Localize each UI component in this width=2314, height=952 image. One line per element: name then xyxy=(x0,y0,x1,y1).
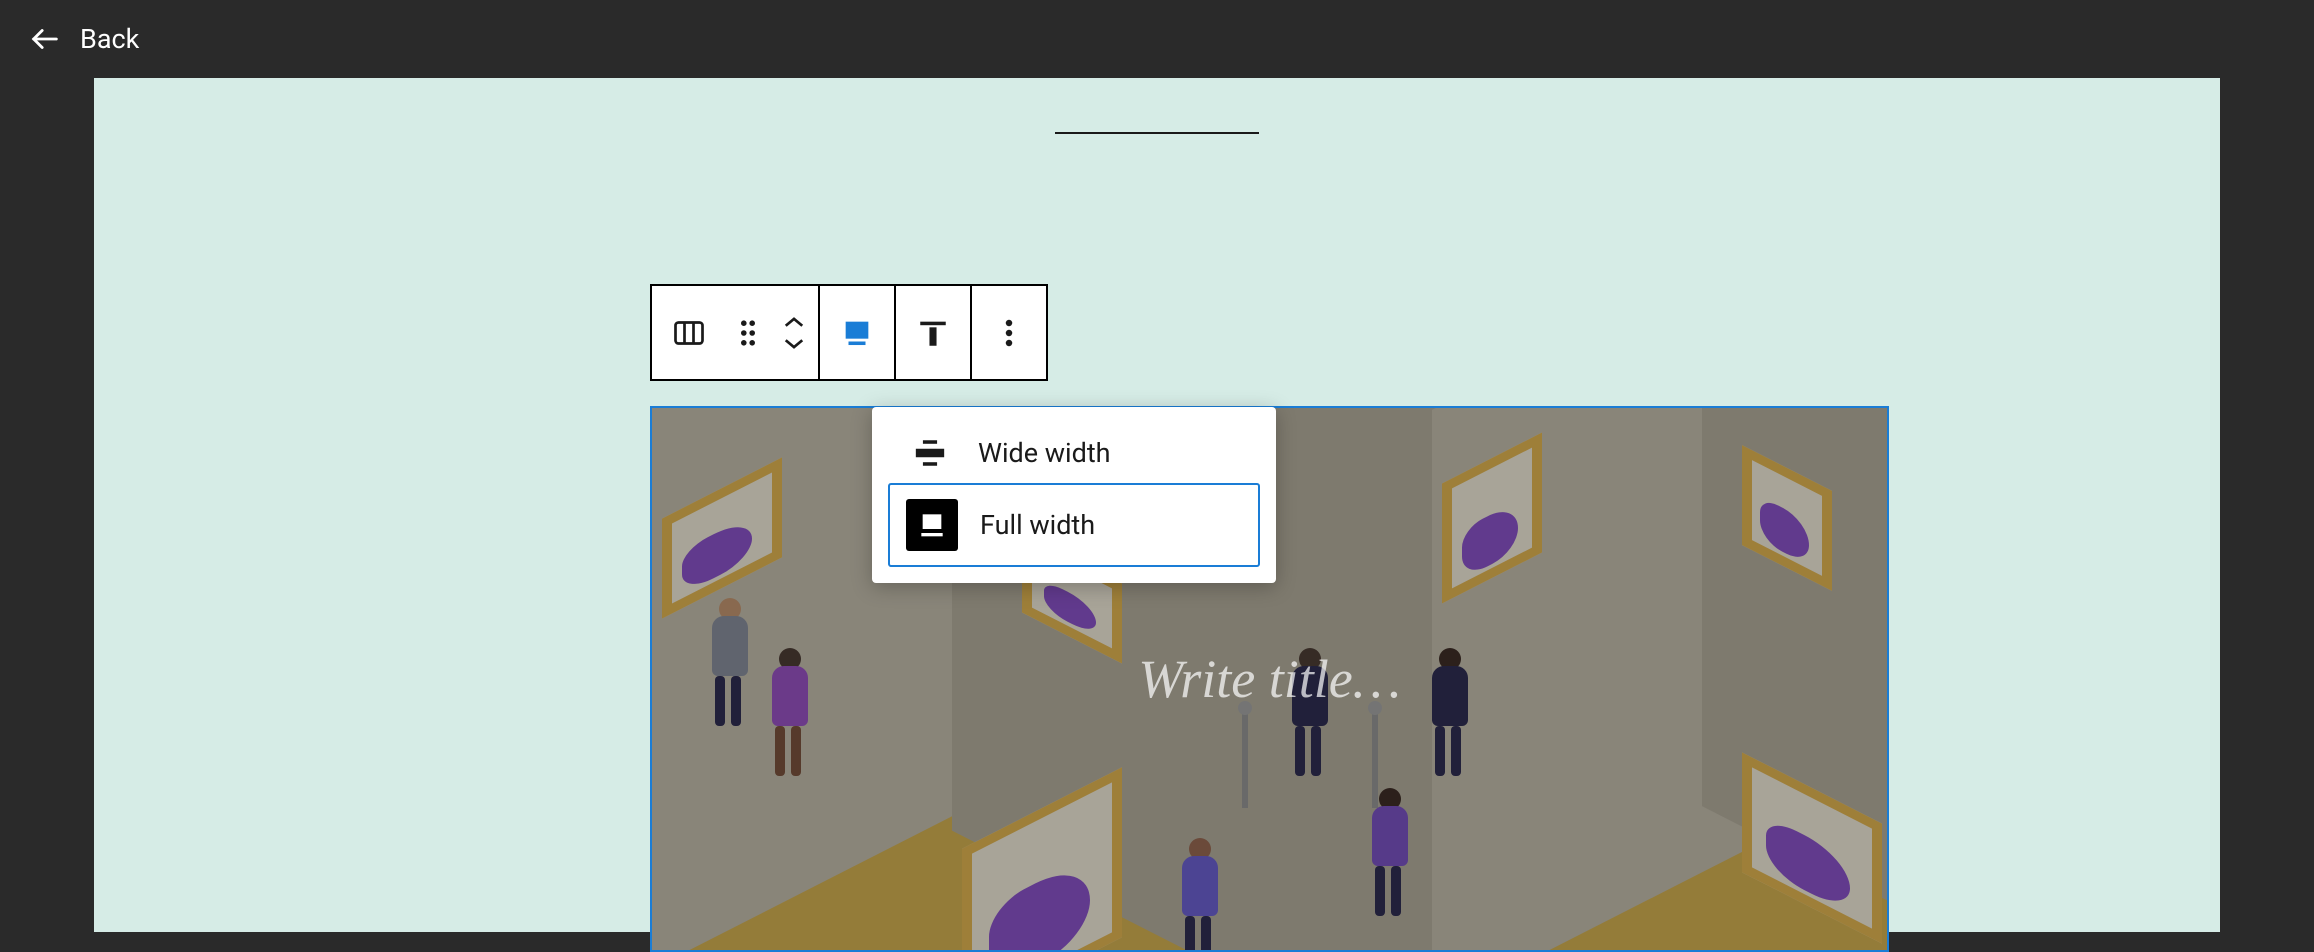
back-arrow-icon[interactable] xyxy=(28,22,62,56)
block-toolbar xyxy=(650,284,1048,381)
drag-handle[interactable] xyxy=(726,286,770,379)
separator-block[interactable] xyxy=(1055,132,1259,134)
move-down-icon[interactable] xyxy=(783,336,805,350)
full-width-icon xyxy=(906,499,958,551)
alignment-button[interactable] xyxy=(820,286,894,379)
alignment-option-label: Wide width xyxy=(978,437,1111,469)
cover-title-placeholder[interactable]: Write title… xyxy=(1138,648,1401,710)
wide-width-icon xyxy=(904,439,956,467)
alignment-option-wide[interactable]: Wide width xyxy=(888,423,1260,483)
more-options-button[interactable] xyxy=(972,286,1046,379)
vertical-align-button[interactable] xyxy=(896,286,970,379)
move-buttons[interactable] xyxy=(770,286,818,379)
move-up-icon[interactable] xyxy=(783,316,805,330)
alignment-option-full[interactable]: Full width xyxy=(888,483,1260,567)
block-type-button[interactable] xyxy=(652,286,726,379)
alignment-option-label: Full width xyxy=(980,509,1095,541)
alignment-dropdown: Wide width Full width xyxy=(872,407,1276,583)
editor-header: Back xyxy=(0,0,2314,78)
editor-canvas: Write title… xyxy=(94,78,2220,932)
back-label[interactable]: Back xyxy=(80,23,139,55)
